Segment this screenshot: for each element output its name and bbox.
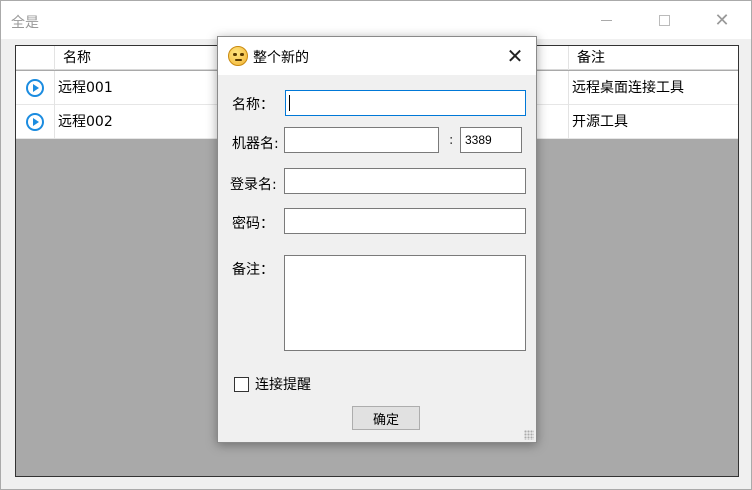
play-circle-icon[interactable]: [26, 79, 44, 97]
login-label: 登录名:: [230, 177, 277, 193]
port-colon: :: [449, 133, 454, 148]
login-input[interactable]: [284, 168, 526, 194]
new-connection-dialog: 整个新的 ✕ 名称： 机器名: : 登录名: 密码： 备注： 连接提醒 确定: [217, 36, 537, 443]
password-input[interactable]: [284, 208, 526, 234]
emoji-face-icon: [228, 46, 248, 66]
dialog-title-bar[interactable]: 整个新的 ✕: [218, 37, 536, 75]
text-caret: [289, 95, 290, 111]
close-icon: ✕: [714, 9, 730, 31]
note-textarea[interactable]: [284, 255, 526, 351]
header-icon-column[interactable]: [16, 46, 55, 70]
window-title: 全是: [11, 15, 39, 31]
row-icon-cell: [16, 105, 55, 139]
machine-input[interactable]: [284, 127, 439, 153]
header-note[interactable]: 备注: [568, 46, 738, 70]
maximize-icon: [658, 14, 670, 26]
remind-label[interactable]: 连接提醒: [255, 374, 311, 394]
row-note: 远程桌面连接工具: [568, 71, 738, 105]
remind-checkbox[interactable]: [234, 376, 249, 392]
row-icon-cell: [16, 71, 55, 105]
port-input[interactable]: [460, 127, 522, 153]
dialog-title: 整个新的: [253, 50, 309, 66]
row-note: 开源工具: [568, 105, 738, 139]
play-circle-icon[interactable]: [26, 113, 44, 131]
title-bar[interactable]: 全是 ✕: [1, 1, 751, 39]
close-icon: ✕: [506, 44, 524, 68]
minimize-button[interactable]: [583, 1, 629, 39]
name-label: 名称：: [232, 97, 274, 113]
maximize-button[interactable]: [641, 1, 687, 39]
password-label: 密码：: [232, 216, 274, 232]
dialog-close-button[interactable]: ✕: [494, 37, 536, 75]
name-input[interactable]: [285, 90, 526, 116]
note-label: 备注：: [232, 262, 274, 278]
minimize-icon: [600, 19, 612, 21]
resize-grip-icon[interactable]: [524, 430, 534, 440]
close-button[interactable]: ✕: [699, 1, 745, 39]
remind-checkbox-row[interactable]: 连接提醒: [234, 374, 311, 394]
ok-button[interactable]: 确定: [352, 406, 420, 430]
machine-label: 机器名:: [232, 136, 279, 152]
